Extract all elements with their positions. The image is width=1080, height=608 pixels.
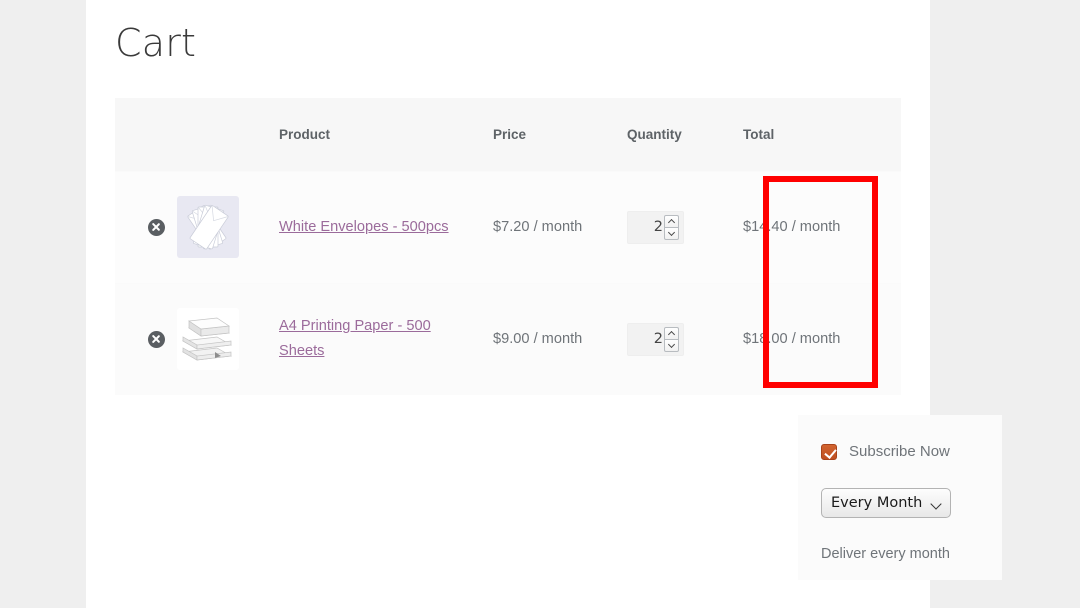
close-circle-icon[interactable]	[148, 219, 165, 236]
cell-product-name: White Envelopes - 500pcs	[279, 171, 493, 283]
quantity-stepper[interactable]: 2	[627, 323, 684, 356]
subscribe-now-label: Subscribe Now	[849, 443, 950, 461]
cart-table: Product Price Quantity Total	[115, 98, 901, 395]
table-header-row: Product Price Quantity Total	[115, 98, 901, 171]
table-row: White Envelopes - 500pcs $7.20 / month 2	[115, 171, 901, 283]
cart-table-body: White Envelopes - 500pcs $7.20 / month 2	[115, 171, 901, 395]
column-header-product: Product	[279, 98, 493, 171]
quantity-input[interactable]: 2	[628, 212, 663, 243]
table-row: A4 Printing Paper - 500 Sheets $9.00 / m…	[115, 283, 901, 395]
cell-thumbnail	[177, 283, 279, 395]
quantity-input[interactable]: 2	[628, 324, 663, 355]
product-link[interactable]: A4 Printing Paper - 500 Sheets	[279, 314, 451, 364]
delivery-interval-value: Every Month	[831, 495, 922, 511]
product-link[interactable]: White Envelopes - 500pcs	[279, 215, 449, 240]
cell-remove	[115, 283, 177, 395]
delivery-note: Deliver every month	[821, 546, 950, 562]
quantity-decrement-button[interactable]	[664, 227, 679, 240]
cell-price: $7.20 / month	[493, 171, 627, 283]
total-value: $14.40 / month	[743, 215, 901, 240]
quantity-spinner[interactable]	[664, 215, 679, 240]
a4-paper-thumbnail[interactable]	[177, 308, 239, 370]
column-header-quantity: Quantity	[627, 98, 743, 171]
quantity-stepper[interactable]: 2	[627, 211, 684, 244]
white-envelopes-thumbnail[interactable]	[177, 196, 239, 258]
cell-quantity: 2	[627, 283, 743, 395]
cell-price: $9.00 / month	[493, 283, 627, 395]
column-header-price: Price	[493, 98, 627, 171]
total-value: $18.00 / month	[743, 327, 901, 352]
delivery-interval-select[interactable]: Every Month	[821, 488, 951, 518]
price-value: $9.00 / month	[493, 327, 609, 352]
close-circle-icon[interactable]	[148, 331, 165, 348]
quantity-spinner[interactable]	[664, 327, 679, 352]
column-header-total: Total	[743, 98, 901, 171]
column-header-thumbnail	[177, 98, 279, 171]
cell-total: $18.00 / month	[743, 283, 901, 395]
cell-product-name: A4 Printing Paper - 500 Sheets	[279, 283, 493, 395]
chevron-down-icon	[930, 498, 941, 509]
subscription-panel: Subscribe Now Every Month Deliver every …	[798, 415, 1002, 580]
quantity-increment-button[interactable]	[664, 327, 679, 339]
column-header-remove	[115, 98, 177, 171]
cart-table-header: Product Price Quantity Total	[115, 98, 901, 171]
subscribe-now-checkbox[interactable]	[821, 444, 837, 460]
cell-thumbnail	[177, 171, 279, 283]
quantity-decrement-button[interactable]	[664, 339, 679, 352]
cell-quantity: 2	[627, 171, 743, 283]
quantity-increment-button[interactable]	[664, 215, 679, 227]
cart-page-panel: Cart Product Price Quantity Total	[86, 0, 930, 608]
subscribe-now-row[interactable]: Subscribe Now	[821, 443, 950, 461]
cell-remove	[115, 171, 177, 283]
page-title: Cart	[115, 21, 196, 67]
cell-total: $14.40 / month	[743, 171, 901, 283]
price-value: $7.20 / month	[493, 215, 609, 240]
